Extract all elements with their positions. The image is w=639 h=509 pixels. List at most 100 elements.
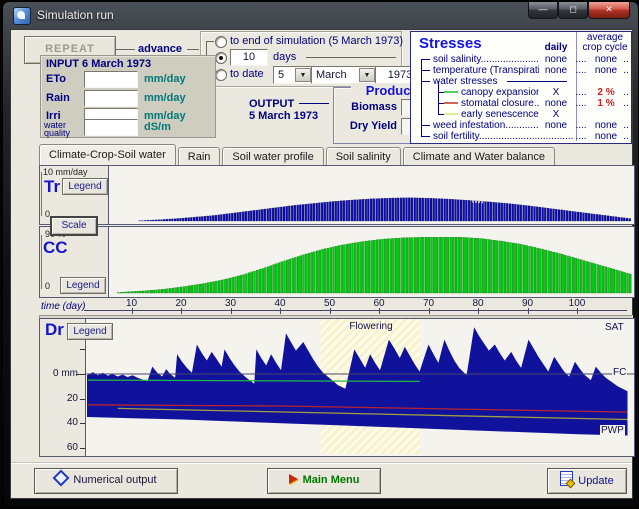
close-button[interactable]: ✕ — [588, 2, 630, 19]
stress-label: stomatal closure — [461, 98, 534, 109]
tab-bar: Climate-Crop-Soil waterRainSoil water pr… — [39, 144, 628, 165]
stress-row: stomatal closure.................none...… — [411, 98, 631, 109]
sat-label: SAT — [604, 322, 625, 333]
numerical-output-icon — [53, 470, 70, 487]
fc-label: FC — [612, 367, 627, 378]
dr-ytick-40: 40 — [46, 417, 78, 428]
app-icon — [13, 7, 31, 25]
time-tick — [132, 308, 133, 314]
tab-rain[interactable]: Rain — [178, 147, 221, 166]
time-tick — [528, 308, 529, 314]
cc-legend-button[interactable]: Legend — [60, 277, 106, 294]
dr-legend-button[interactable]: Legend — [67, 323, 113, 340]
stress-label: canopy expansion — [461, 87, 539, 98]
stress-avg: 1 % — [589, 98, 623, 109]
stress-daily: X — [539, 109, 573, 120]
chevron-down-icon[interactable]: ▼ — [295, 68, 311, 82]
tab-climate-crop-soil-water[interactable]: Climate-Crop-Soil water — [39, 144, 176, 165]
time-tick — [379, 308, 380, 314]
dots: ........................................… — [479, 131, 573, 142]
tr-plot — [108, 166, 634, 224]
cc-axis-title: CC — [43, 238, 68, 258]
stress-label: soil salinity — [433, 54, 481, 65]
stress-row: early senescence..............X — [411, 109, 631, 120]
dots: .... — [573, 131, 589, 142]
tab-climate-and-water-balance[interactable]: Climate and Water balance — [403, 147, 555, 166]
radio-to-end-label: to end of simulation (5 March 1973) — [230, 35, 403, 47]
advance-connector-right — [187, 49, 199, 50]
time-axis-label: time (day) — [41, 301, 85, 312]
rain-input[interactable] — [84, 90, 138, 107]
advance-label: advance — [138, 43, 182, 55]
date-day-select[interactable]: 5 ▼ — [273, 66, 313, 84]
main-menu-button[interactable]: Main Menu — [267, 468, 381, 494]
minimize-button[interactable]: — — [528, 2, 558, 19]
window-title: Simulation run — [37, 8, 114, 22]
dots: ......................... — [505, 120, 539, 131]
tab-soil-salinity[interactable]: Soil salinity — [326, 147, 401, 166]
title-bar[interactable]: Simulation run — ◻ ✕ — [3, 2, 638, 28]
to-date-label: to date — [230, 68, 264, 80]
flowering-label: Flowering — [318, 321, 424, 332]
dots: .................................... — [481, 54, 539, 65]
client-area: REPEAT advance to end of simulation (5 M… — [10, 29, 633, 499]
time-axis: time (day) 102030405060708090100 — [39, 297, 633, 318]
stress-label: weed infestation — [433, 120, 505, 131]
dots: .. — [621, 120, 631, 131]
stress-avg: none — [589, 120, 623, 131]
date-month-select[interactable]: March ▼ — [311, 66, 377, 84]
advance-connector-left — [115, 49, 135, 50]
stress-avg: none — [589, 65, 623, 76]
radio-to-date[interactable] — [215, 69, 227, 81]
chevron-down-icon[interactable]: ▼ — [359, 68, 375, 82]
dr-axis-title: Dr — [45, 320, 64, 340]
stress-label: water stresses — [433, 76, 497, 87]
eto-input[interactable] — [84, 71, 138, 88]
pwp-label: PWP — [600, 425, 625, 436]
dots: .. — [621, 87, 631, 98]
biomass-label: Biomass — [341, 101, 397, 113]
stress-label: soil fertility — [433, 131, 479, 142]
maximize-button[interactable]: ◻ — [558, 2, 588, 19]
dots: .. — [621, 54, 631, 65]
time-tick — [577, 308, 578, 314]
rain-label: Rain — [46, 92, 70, 104]
output-header: OUTPUT — [249, 98, 294, 110]
cc-y-axis — [41, 235, 42, 289]
tr-chart-panel: 10 mm/day Tr 0 Legend Scale — [39, 165, 635, 225]
simulation-run-window: Simulation run — ◻ ✕ REPEAT advance to e… — [2, 1, 639, 508]
radio-days[interactable] — [215, 52, 227, 64]
stress-label: temperature (Transpiration) — [433, 65, 539, 76]
rain-unit: mm/day — [144, 92, 186, 104]
input-panel-header: INPUT 6 March 1973 — [46, 58, 151, 70]
time-tick — [181, 308, 182, 314]
water-quality-input[interactable] — [84, 119, 138, 136]
stress-row: canopy expansion................X....2 %… — [411, 87, 631, 98]
stress-avg: none — [589, 54, 623, 65]
stress-row: weed infestation........................… — [411, 120, 631, 131]
stress-avg: none — [589, 131, 623, 142]
tr-ymax-label: 10 mm/day — [43, 167, 88, 177]
eto-unit: mm/day — [144, 73, 186, 85]
update-label: Update — [578, 475, 613, 487]
stresses-panel: Stresses daily average crop cycle soil s… — [410, 31, 632, 144]
numerical-output-button[interactable]: Numerical output — [34, 468, 178, 494]
time-tick — [330, 308, 331, 314]
radio-to-end[interactable] — [215, 36, 227, 48]
stress-daily: X — [539, 87, 573, 98]
dots: .... — [573, 120, 589, 131]
main-menu-label: Main Menu — [303, 474, 360, 486]
tab-soil-water-profile[interactable]: Soil water profile — [222, 147, 323, 166]
update-button[interactable]: Update — [547, 468, 627, 494]
time-tick — [429, 308, 430, 314]
days-input[interactable]: 10 — [230, 49, 268, 66]
days-label: days — [273, 51, 296, 63]
stress-label: early senescence — [461, 109, 539, 120]
tr-scale-button[interactable]: Scale — [50, 216, 98, 236]
dr-chart — [86, 319, 634, 454]
stresses-title: Stresses — [419, 35, 482, 52]
cc-plot — [108, 227, 634, 297]
tr-legend-button[interactable]: Legend — [62, 178, 108, 195]
stress-row: soil fertility..........................… — [411, 131, 631, 142]
output-date: 5 March 1973 — [249, 110, 318, 122]
